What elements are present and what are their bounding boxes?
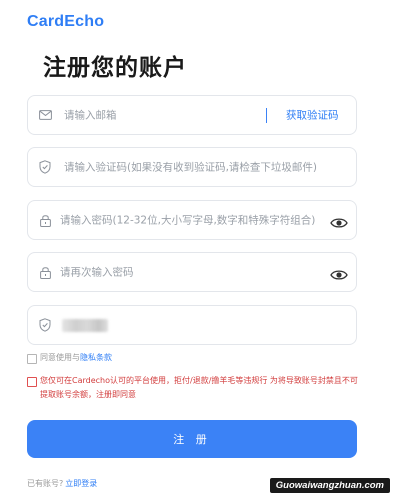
captcha-value-blurred	[62, 319, 108, 332]
eye-icon[interactable]	[330, 266, 348, 280]
lock-icon	[38, 213, 52, 227]
get-code-button[interactable]: 获取验证码	[286, 108, 339, 123]
captcha-field[interactable]	[27, 305, 357, 345]
mail-icon	[38, 108, 52, 122]
email-placeholder: 请输入邮箱	[64, 109, 117, 122]
password-field[interactable]: 请输入密码(12-32位,大小写字母,数字和特殊字符组合)	[27, 200, 357, 240]
confirm-password-field[interactable]: 请再次输入密码	[27, 252, 357, 292]
password-placeholder: 请输入密码(12-32位,大小写字母,数字和特殊字符组合)	[60, 214, 316, 227]
confirm-placeholder: 请再次输入密码	[60, 266, 134, 279]
brand-logo: CardEcho	[27, 13, 105, 30]
register-button[interactable]: 注 册	[27, 420, 357, 458]
shield-icon	[38, 318, 52, 332]
login-prompt: 已有账号? 立即登录	[27, 478, 97, 489]
privacy-checkbox[interactable]	[27, 354, 37, 364]
verification-code-field[interactable]: 请输入验证码(如果没有收到验证码,请检查下垃圾邮件)	[27, 147, 357, 187]
privacy-agreement: 同意使用与隐私条款	[40, 352, 112, 363]
page-title: 注册您的账户	[43, 55, 187, 81]
shield-icon	[38, 160, 52, 174]
agreement-prefix: 同意使用与	[40, 353, 80, 362]
have-account-text: 已有账号?	[27, 479, 64, 488]
code-placeholder: 请输入验证码(如果没有收到验证码,请检查下垃圾邮件)	[64, 161, 318, 174]
usage-warning: 您仅可在Cardecho认可的平台使用，拒付/退款/撸羊毛等违规行 为将导致账号…	[40, 376, 358, 399]
eye-icon[interactable]	[330, 214, 348, 228]
watermark: Guowaiwangzhuan.com	[269, 478, 390, 493]
lock-icon	[38, 265, 52, 279]
terms-checkbox[interactable]	[27, 377, 37, 387]
field-divider	[266, 108, 267, 123]
login-link[interactable]: 立即登录	[65, 479, 97, 488]
email-field[interactable]: 请输入邮箱 获取验证码	[27, 95, 357, 135]
privacy-terms-link[interactable]: 隐私条款	[80, 353, 112, 362]
